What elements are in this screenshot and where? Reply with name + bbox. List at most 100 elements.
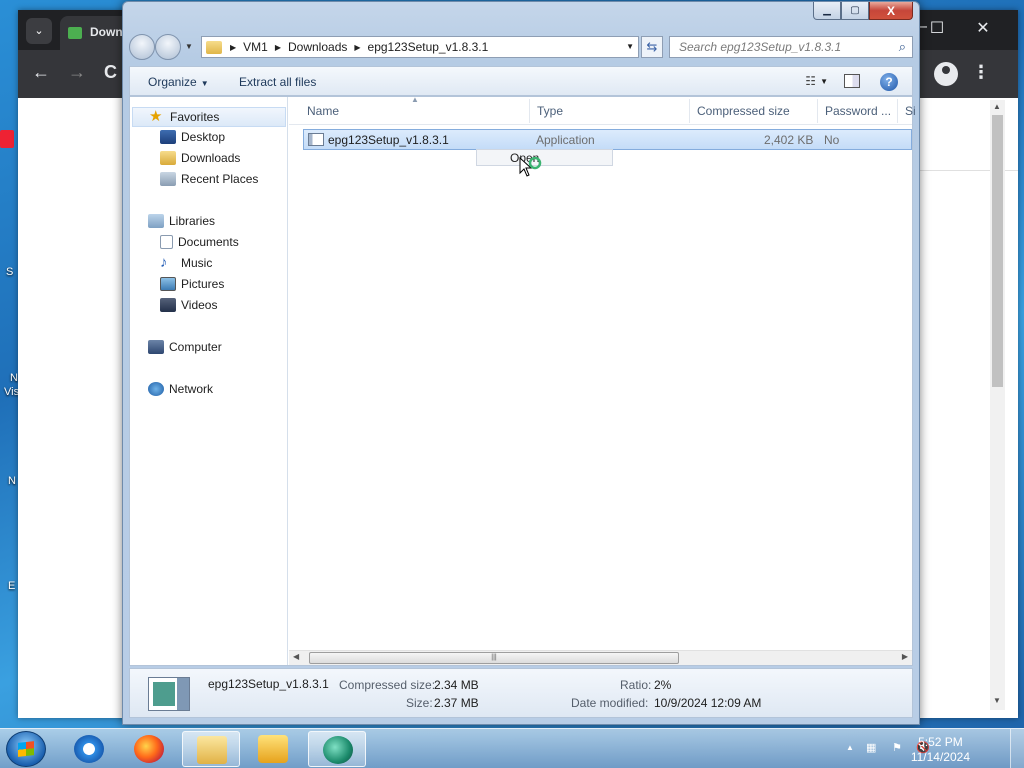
column-type[interactable]: Type: [537, 104, 563, 118]
taskbar-media-player[interactable]: [244, 731, 302, 767]
column-compressed-size[interactable]: Compressed size: [697, 104, 790, 118]
search-input[interactable]: Search epg123Setup_v1.8.3.1 ⌕: [669, 36, 913, 58]
browser-maximize-button[interactable]: ☐: [922, 18, 952, 38]
nav-favorites[interactable]: ★ Favorites: [132, 107, 286, 127]
refresh-button[interactable]: ⇆: [641, 36, 663, 58]
file-name: epg123Setup_v1.8.3.1: [328, 133, 449, 147]
column-divider[interactable]: [689, 99, 690, 123]
folder-icon: [197, 736, 227, 764]
clock[interactable]: 5:52 PM 11/14/2024: [911, 735, 970, 765]
libraries-icon: [148, 214, 164, 228]
browser-tab-title: Down: [90, 25, 123, 39]
nav-pictures[interactable]: Pictures: [160, 277, 224, 291]
nav-network[interactable]: Network: [148, 382, 213, 396]
nav-videos[interactable]: Videos: [160, 298, 217, 312]
table-row[interactable]: epg123Setup_v1.8.3.1 Application 2,402 K…: [303, 129, 912, 150]
navigation-pane: ★ Favorites Desktop Downloads Recent Pla…: [130, 97, 288, 665]
file-compressed-size: 2,402 KB: [764, 133, 814, 147]
folder-icon: [206, 40, 222, 54]
column-divider[interactable]: [529, 99, 530, 123]
back-button[interactable]: [129, 34, 155, 60]
desktop-icon[interactable]: [0, 130, 14, 148]
desktop-icon-label: Vis: [4, 386, 20, 398]
horizontal-scroll-thumb[interactable]: |||: [309, 652, 679, 664]
clock-time: 5:52 PM: [918, 735, 963, 749]
breadcrumb-vm1[interactable]: VM1: [243, 40, 268, 54]
breadcrumb-separator-icon[interactable]: ▶: [230, 43, 236, 52]
taskbar: ▲ ▦ ⚑ 🔇 5:52 PM 11/14/2024: [0, 728, 1024, 768]
nav-computer[interactable]: Computer: [148, 340, 222, 354]
scroll-down-icon[interactable]: ▼: [993, 696, 1001, 705]
show-desktop-button[interactable]: [1010, 729, 1024, 768]
browser-scrollbar[interactable]: ▲ ▼: [990, 100, 1005, 710]
column-password[interactable]: Password ...: [825, 104, 891, 118]
details-size-label: Size:: [406, 696, 433, 710]
forward-icon[interactable]: →: [68, 62, 86, 83]
extract-all-button[interactable]: Extract all files: [239, 75, 316, 89]
clock-date: 11/14/2024: [910, 750, 970, 764]
network-tray-icon[interactable]: ▦: [866, 741, 876, 754]
recent-pages-icon[interactable]: ▼: [185, 42, 193, 51]
desktop-icon-label: N: [10, 372, 18, 384]
file-list: ▲ Name Type Compressed size Password ...…: [289, 95, 916, 665]
taskbar-app[interactable]: [308, 731, 366, 767]
star-icon: ★: [149, 108, 163, 125]
scroll-up-icon[interactable]: ▲: [993, 102, 1001, 111]
nav-music-label: Music: [181, 256, 213, 270]
reload-icon[interactable]: C: [104, 62, 117, 83]
browser-menu-icon[interactable]: ⋮: [972, 62, 990, 83]
nav-downloads[interactable]: Downloads: [160, 151, 240, 165]
horizontal-scrollbar[interactable]: ◀ ||| ▶: [289, 650, 912, 665]
column-size[interactable]: Si: [905, 104, 916, 118]
caption-buttons: ▁ ▢ X: [813, 2, 913, 20]
search-icon[interactable]: ⌕: [899, 39, 906, 55]
breadcrumb-separator-icon[interactable]: ▶: [354, 43, 360, 52]
browser-close-button[interactable]: ✕: [968, 18, 998, 38]
action-center-icon[interactable]: ⚑: [892, 741, 902, 754]
organize-label: Organize: [148, 75, 197, 89]
column-divider[interactable]: [817, 99, 818, 123]
app-icon: [323, 736, 353, 764]
taskbar-file-explorer[interactable]: [182, 731, 240, 767]
address-dropdown-icon[interactable]: ▼: [626, 42, 634, 51]
scroll-right-icon[interactable]: ▶: [902, 652, 908, 661]
nav-music[interactable]: ♪ Music: [160, 255, 213, 270]
recent-places-icon: [160, 172, 176, 186]
minimize-button[interactable]: ▁: [813, 2, 841, 20]
scroll-left-icon[interactable]: ◀: [293, 652, 299, 661]
nav-documents[interactable]: Documents: [160, 235, 239, 249]
taskbar-internet-explorer[interactable]: [60, 731, 118, 767]
address-row: ▼ ▶ VM1 ▶ Downloads ▶ epg123Setup_v1.8.3…: [129, 34, 913, 60]
help-icon[interactable]: ?: [880, 73, 898, 91]
nav-libraries-label: Libraries: [169, 214, 216, 228]
file-password: No: [824, 133, 840, 147]
column-name[interactable]: Name: [307, 104, 339, 118]
start-button[interactable]: [6, 731, 46, 767]
nav-recent-places[interactable]: Recent Places: [160, 172, 258, 186]
nav-desktop[interactable]: Desktop: [160, 130, 225, 144]
file-type: Application: [536, 133, 595, 147]
organize-button[interactable]: Organize ▼: [148, 75, 209, 89]
application-icon: [308, 133, 324, 146]
preview-pane-icon[interactable]: [844, 74, 860, 88]
profile-avatar-icon[interactable]: [934, 62, 958, 86]
close-button[interactable]: X: [869, 2, 913, 20]
show-hidden-icons-icon[interactable]: ▲: [846, 743, 854, 752]
column-divider[interactable]: [897, 99, 898, 123]
details-modified-label: Date modified:: [571, 696, 649, 710]
view-dropdown-icon[interactable]: ▼: [820, 77, 828, 86]
breadcrumb-archive[interactable]: epg123Setup_v1.8.3.1: [368, 40, 489, 54]
nav-recent-label: Recent Places: [181, 172, 259, 186]
view-options-icon[interactable]: ☷: [805, 74, 816, 88]
address-bar[interactable]: ▶ VM1 ▶ Downloads ▶ epg123Setup_v1.8.3.1…: [201, 36, 639, 58]
breadcrumb-separator-icon[interactable]: ▶: [275, 43, 281, 52]
maximize-button[interactable]: ▢: [841, 2, 869, 20]
forward-button[interactable]: [155, 34, 181, 60]
nav-libraries[interactable]: Libraries: [148, 214, 215, 228]
application-large-icon: [148, 677, 190, 711]
tab-search-button[interactable]: ⌄: [26, 18, 52, 44]
back-icon[interactable]: ←: [32, 62, 50, 83]
browser-scroll-thumb[interactable]: [992, 115, 1003, 387]
taskbar-firefox[interactable]: [120, 731, 178, 767]
breadcrumb-downloads[interactable]: Downloads: [288, 40, 347, 54]
